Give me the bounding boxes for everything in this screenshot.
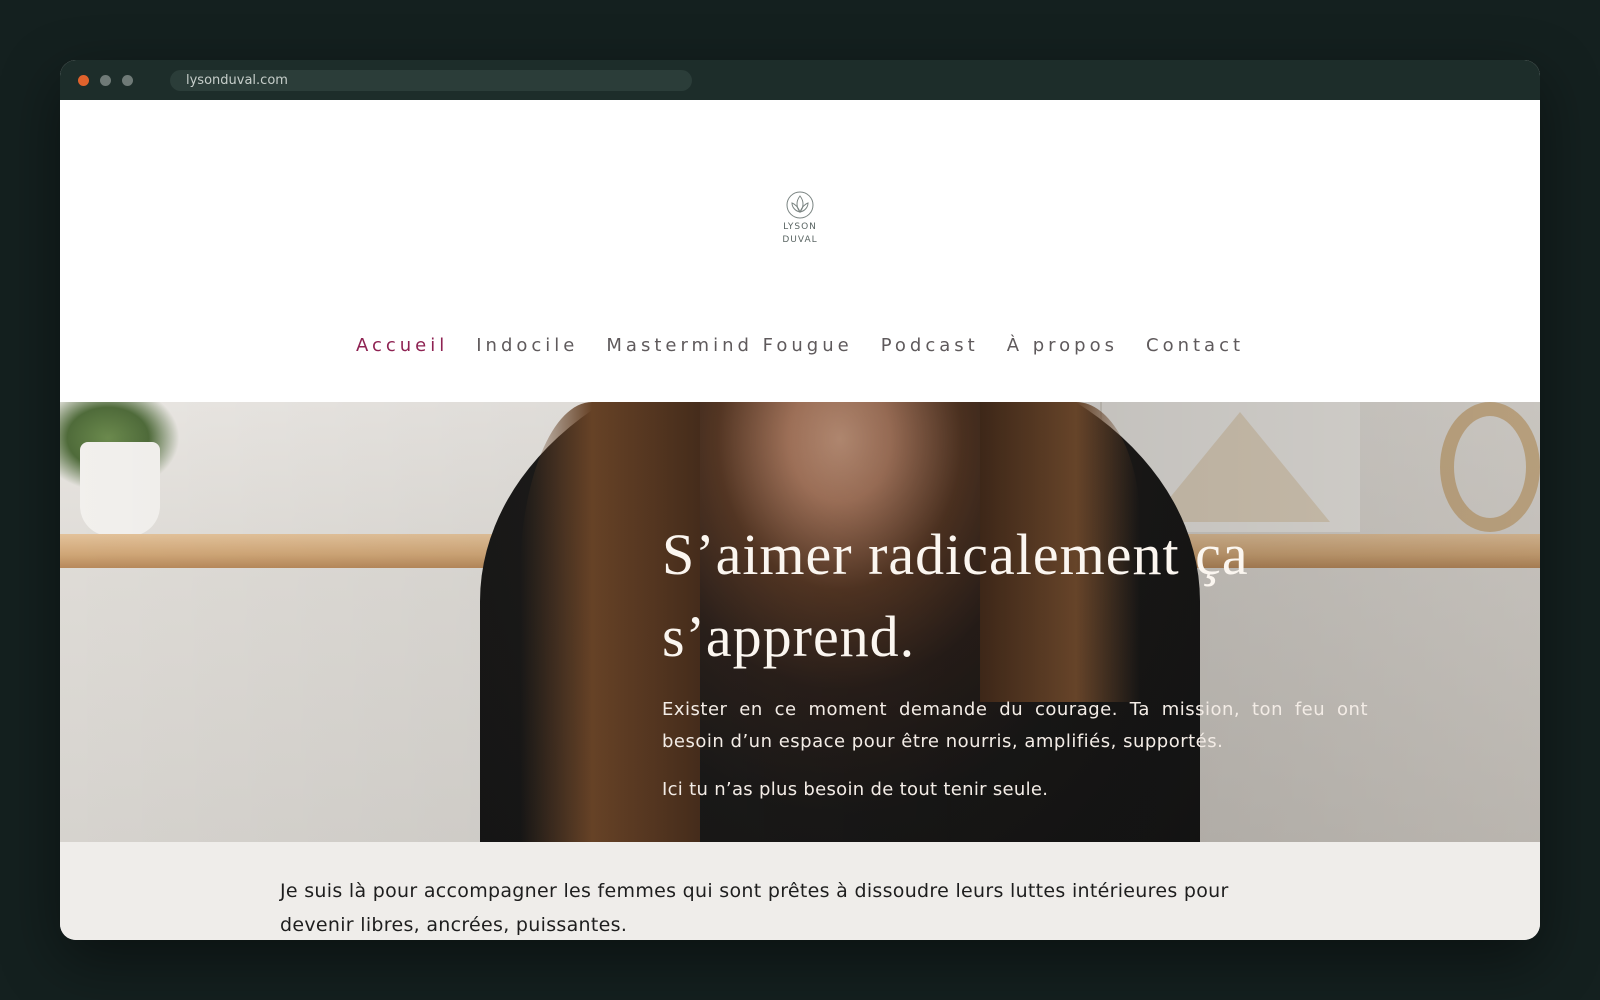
browser-window: lysonduval.com LYSON DUVAL Accueil Indoc… bbox=[60, 60, 1540, 940]
lotus-logo-icon bbox=[786, 191, 814, 219]
nav-item-indocile[interactable]: Indocile bbox=[476, 332, 578, 360]
site-logo[interactable]: LYSON DUVAL bbox=[770, 190, 830, 252]
nav-item-podcast[interactable]: Podcast bbox=[881, 332, 979, 360]
intro-section: Je suis là pour accompagner les femmes q… bbox=[60, 842, 1540, 940]
nav-item-a-propos[interactable]: À propos bbox=[1007, 332, 1118, 360]
hero-title-line2: s’apprend. bbox=[662, 604, 916, 669]
browser-chrome: lysonduval.com bbox=[60, 60, 1540, 100]
logo-text-line2: DUVAL bbox=[782, 235, 818, 245]
hero-paragraph-2: Ici tu n’as plus besoin de tout tenir se… bbox=[662, 779, 1049, 800]
nav-item-mastermind-fougue[interactable]: Mastermind Fougue bbox=[606, 332, 852, 360]
hero-section: S’aimer radicalement ça s’apprend. Exist… bbox=[60, 402, 1540, 842]
hero-content: S’aimer radicalement ça s’apprend. Exist… bbox=[662, 514, 1368, 806]
maximize-window-button[interactable] bbox=[122, 75, 133, 86]
site-header: LYSON DUVAL Accueil Indocile Mastermind … bbox=[60, 100, 1540, 402]
nav-item-accueil[interactable]: Accueil bbox=[356, 332, 448, 360]
intro-text: Je suis là pour accompagner les femmes q… bbox=[280, 880, 1229, 936]
address-bar[interactable]: lysonduval.com bbox=[170, 70, 692, 91]
hero-title: S’aimer radicalement ça s’apprend. bbox=[662, 514, 1368, 678]
minimize-window-button[interactable] bbox=[100, 75, 111, 86]
close-window-button[interactable] bbox=[78, 75, 89, 86]
hero-title-line1: S’aimer radicalement ça bbox=[662, 522, 1249, 587]
logo-text-line1: LYSON bbox=[783, 222, 817, 232]
main-navigation: Accueil Indocile Mastermind Fougue Podca… bbox=[60, 332, 1540, 360]
nav-item-contact[interactable]: Contact bbox=[1146, 332, 1244, 360]
hero-paragraph: Exister en ce moment demande du courage.… bbox=[662, 699, 1368, 752]
